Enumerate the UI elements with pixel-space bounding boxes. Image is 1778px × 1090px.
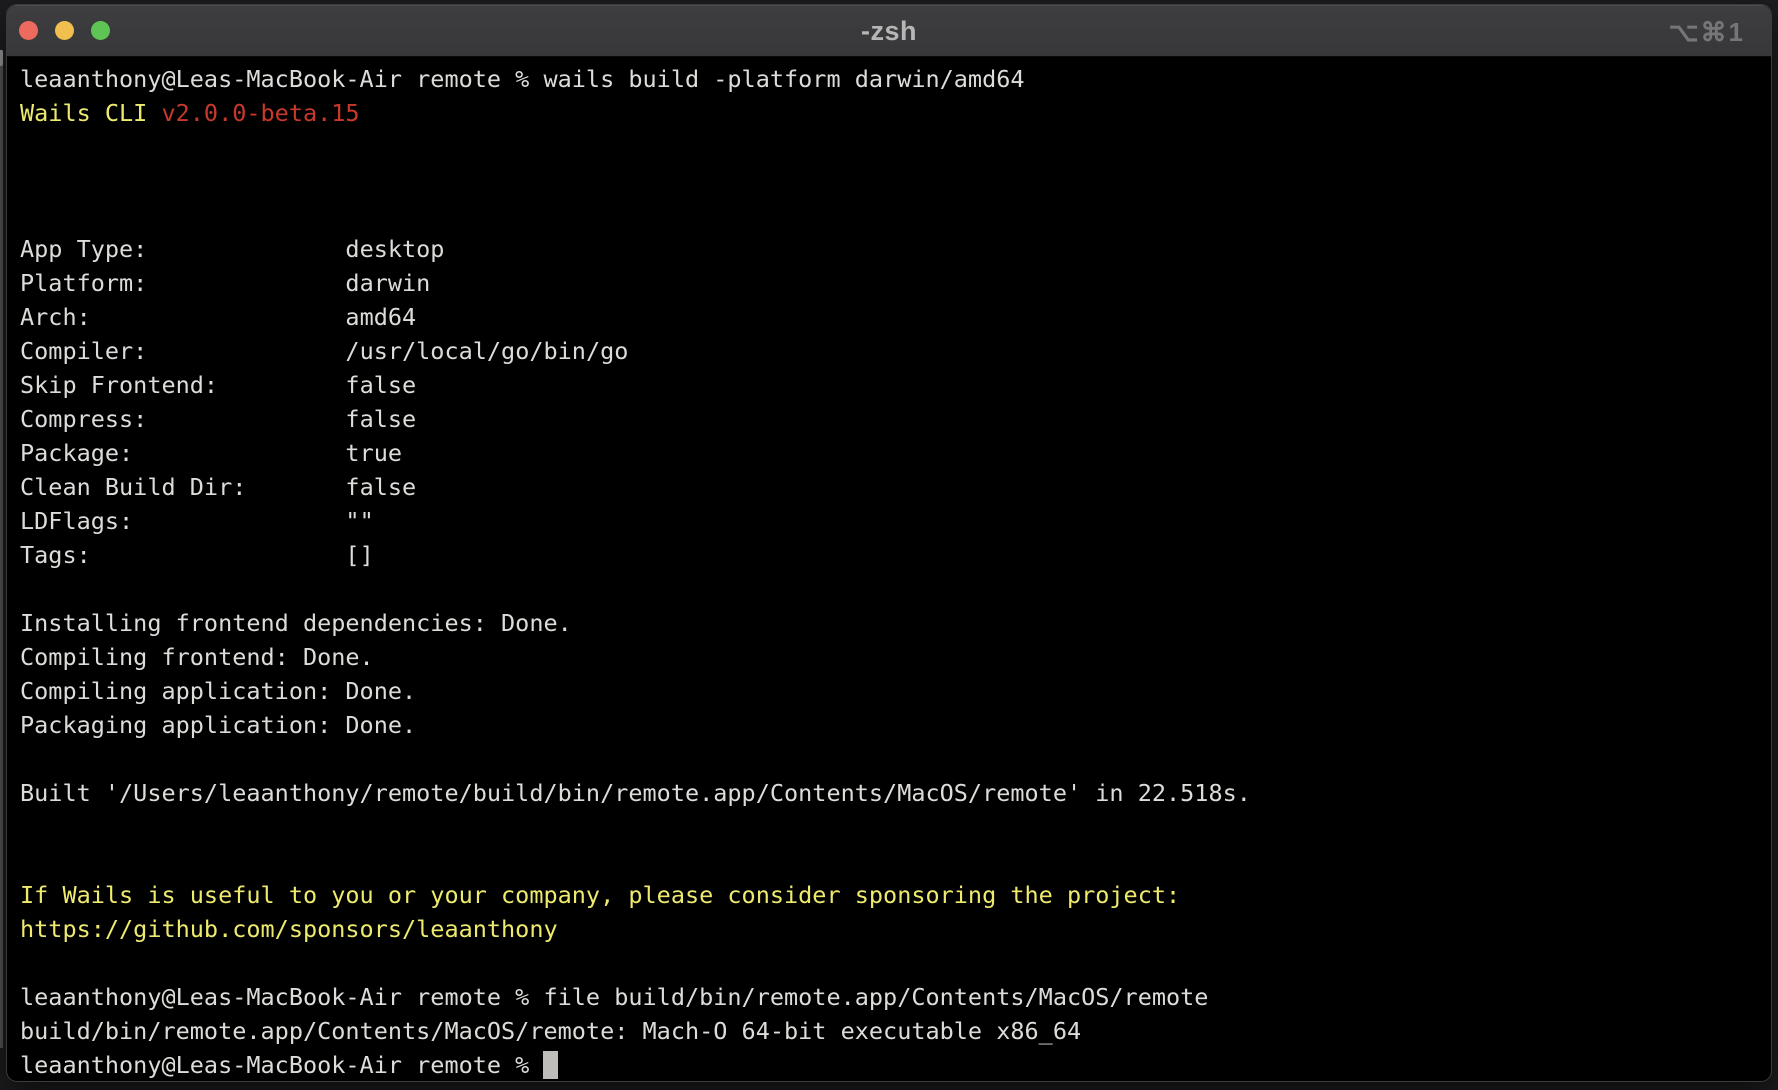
terminal-line (20, 198, 1767, 232)
config-label: Platform: (20, 269, 345, 297)
terminal-line: Clean Build Dir: false (20, 470, 1767, 504)
config-value: desktop (345, 235, 444, 263)
terminal-text-segment: https://github.com/sponsors/leaanthony (20, 915, 558, 943)
terminal-text-segment: build/bin/remote.app/Contents/MacOS/remo… (20, 1017, 1081, 1045)
terminal-window: -zsh ⌥⌘1 leaanthony@Leas-MacBook-Air rem… (6, 4, 1772, 1082)
terminal-text-segment: v2.0.0-beta.15 (161, 99, 359, 127)
terminal-line: leaanthony@Leas-MacBook-Air remote % wai… (20, 62, 1767, 96)
terminal-line (20, 572, 1767, 606)
terminal-line (20, 946, 1767, 980)
config-label: Skip Frontend: (20, 371, 345, 399)
terminal-line (20, 810, 1767, 844)
config-label: Arch: (20, 303, 345, 331)
terminal-text-segment: leaanthony@Leas-MacBook-Air remote % wai… (20, 65, 1025, 93)
config-label: LDFlags: (20, 507, 345, 535)
config-label: Package: (20, 439, 345, 467)
terminal-line: App Type: desktop (20, 232, 1767, 266)
config-value: false (345, 473, 416, 501)
title-bar[interactable]: -zsh ⌥⌘1 (7, 5, 1771, 57)
terminal-line: Arch: amd64 (20, 300, 1767, 334)
terminal-cursor (543, 1051, 557, 1079)
terminal-text-segment: Packaging application: Done. (20, 711, 416, 739)
config-value: darwin (345, 269, 430, 297)
config-label: App Type: (20, 235, 345, 263)
terminal-text-segment: Installing frontend dependencies: Done. (20, 609, 572, 637)
terminal-line: Skip Frontend: false (20, 368, 1767, 402)
config-value: "" (345, 507, 373, 535)
config-label: Compress: (20, 405, 345, 433)
terminal-text-segment: leaanthony@Leas-MacBook-Air remote % (20, 1051, 543, 1079)
terminal-line: Wails CLI v2.0.0-beta.15 (20, 96, 1767, 130)
background-window-edge (0, 50, 3, 1048)
config-value: [] (345, 541, 373, 569)
terminal-line: build/bin/remote.app/Contents/MacOS/remo… (20, 1014, 1767, 1048)
config-value: true (345, 439, 402, 467)
terminal-line: Packaging application: Done. (20, 708, 1767, 742)
terminal-line: Tags: [] (20, 538, 1767, 572)
terminal-line: LDFlags: "" (20, 504, 1767, 538)
config-label: Tags: (20, 541, 345, 569)
terminal-text-segment: leaanthony@Leas-MacBook-Air remote % fil… (20, 983, 1208, 1011)
config-value: false (345, 371, 416, 399)
terminal-output[interactable]: leaanthony@Leas-MacBook-Air remote % wai… (7, 57, 1771, 1082)
terminal-line: Compiling application: Done. (20, 674, 1767, 708)
config-value: amd64 (345, 303, 416, 331)
background-window-edge-highlight (0, 50, 3, 66)
terminal-text-segment: Compiling frontend: Done. (20, 643, 374, 671)
terminal-line: https://github.com/sponsors/leaanthony (20, 912, 1767, 946)
config-label: Clean Build Dir: (20, 473, 345, 501)
terminal-line: Package: true (20, 436, 1767, 470)
terminal-line: Built '/Users/leaanthony/remote/build/bi… (20, 776, 1767, 810)
terminal-line: If Wails is useful to you or your compan… (20, 878, 1767, 912)
config-label: Compiler: (20, 337, 345, 365)
terminal-text-segment: Wails CLI (20, 99, 161, 127)
terminal-line: leaanthony@Leas-MacBook-Air remote % (20, 1048, 1767, 1082)
terminal-text-segment: If Wails is useful to you or your compan… (20, 881, 1180, 909)
terminal-line: Installing frontend dependencies: Done. (20, 606, 1767, 640)
config-value: /usr/local/go/bin/go (345, 337, 628, 365)
terminal-line (20, 844, 1767, 878)
terminal-line (20, 742, 1767, 776)
terminal-line (20, 164, 1767, 198)
terminal-line: leaanthony@Leas-MacBook-Air remote % fil… (20, 980, 1767, 1014)
terminal-line (20, 130, 1767, 164)
terminal-line: Platform: darwin (20, 266, 1767, 300)
terminal-text-segment: Built '/Users/leaanthony/remote/build/bi… (20, 779, 1251, 807)
terminal-text-segment: Compiling application: Done. (20, 677, 416, 705)
terminal-line: Compiling frontend: Done. (20, 640, 1767, 674)
keyboard-shortcut-label: ⌥⌘1 (1669, 5, 1745, 57)
terminal-line: Compiler: /usr/local/go/bin/go (20, 334, 1767, 368)
config-value: false (345, 405, 416, 433)
window-title: -zsh (7, 5, 1771, 57)
terminal-line: Compress: false (20, 402, 1767, 436)
desktop: -zsh ⌥⌘1 leaanthony@Leas-MacBook-Air rem… (0, 0, 1778, 1090)
